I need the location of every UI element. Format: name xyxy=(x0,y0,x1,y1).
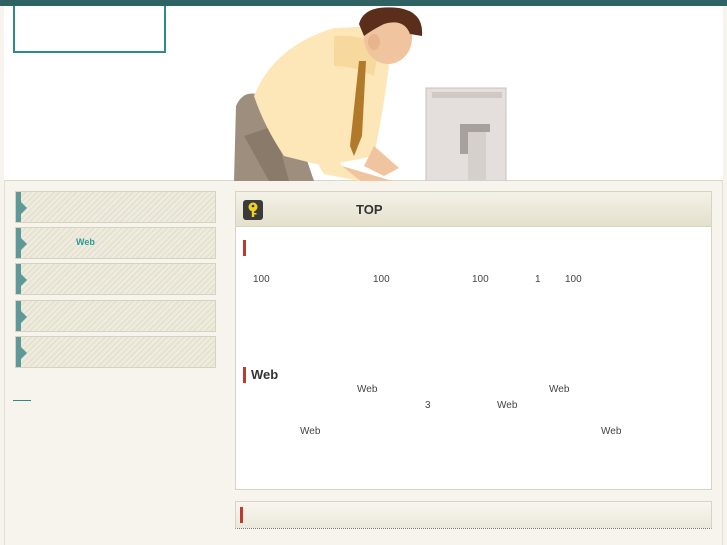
header-banner xyxy=(4,6,723,181)
site-logo[interactable] xyxy=(13,6,166,53)
sidebar-item-4[interactable] xyxy=(15,300,216,332)
sidebar-item-5[interactable] xyxy=(15,336,216,368)
section-marker xyxy=(243,367,246,383)
number-text: 1 xyxy=(535,274,541,285)
body-text: 3 xyxy=(425,400,431,411)
body-text: Web xyxy=(549,384,570,395)
panel-title: TOP xyxy=(356,202,383,217)
sidebar-item-label: Web xyxy=(76,237,95,247)
panel-header: TOP xyxy=(236,192,711,227)
triangle-right-icon xyxy=(21,238,27,250)
section-marker xyxy=(243,240,246,256)
hero-illustration xyxy=(234,7,507,181)
main-panel: TOP 100 100 100 1 100 Web Web Web 3 Web … xyxy=(235,191,712,490)
section-marker xyxy=(240,507,243,523)
number-text: 100 xyxy=(253,274,270,285)
key-icon xyxy=(243,200,263,220)
sidebar-item-1[interactable] xyxy=(15,191,216,223)
number-text: 100 xyxy=(565,274,582,285)
number-text: 100 xyxy=(472,274,489,285)
triangle-right-icon xyxy=(21,274,27,286)
body-text: Web xyxy=(601,426,622,437)
triangle-right-icon xyxy=(21,311,27,323)
number-text: 100 xyxy=(373,274,390,285)
bottom-panel xyxy=(235,501,712,529)
body-text: Web xyxy=(497,400,518,411)
body-text: Web xyxy=(357,384,378,395)
triangle-right-icon xyxy=(21,202,27,214)
sidebar-link[interactable] xyxy=(13,400,31,401)
sidebar-item-web[interactable]: Web xyxy=(15,227,216,259)
triangle-right-icon xyxy=(21,347,27,359)
body-text: Web xyxy=(300,426,321,437)
section-title: Web xyxy=(251,367,279,382)
sidebar-item-3[interactable] xyxy=(15,263,216,295)
